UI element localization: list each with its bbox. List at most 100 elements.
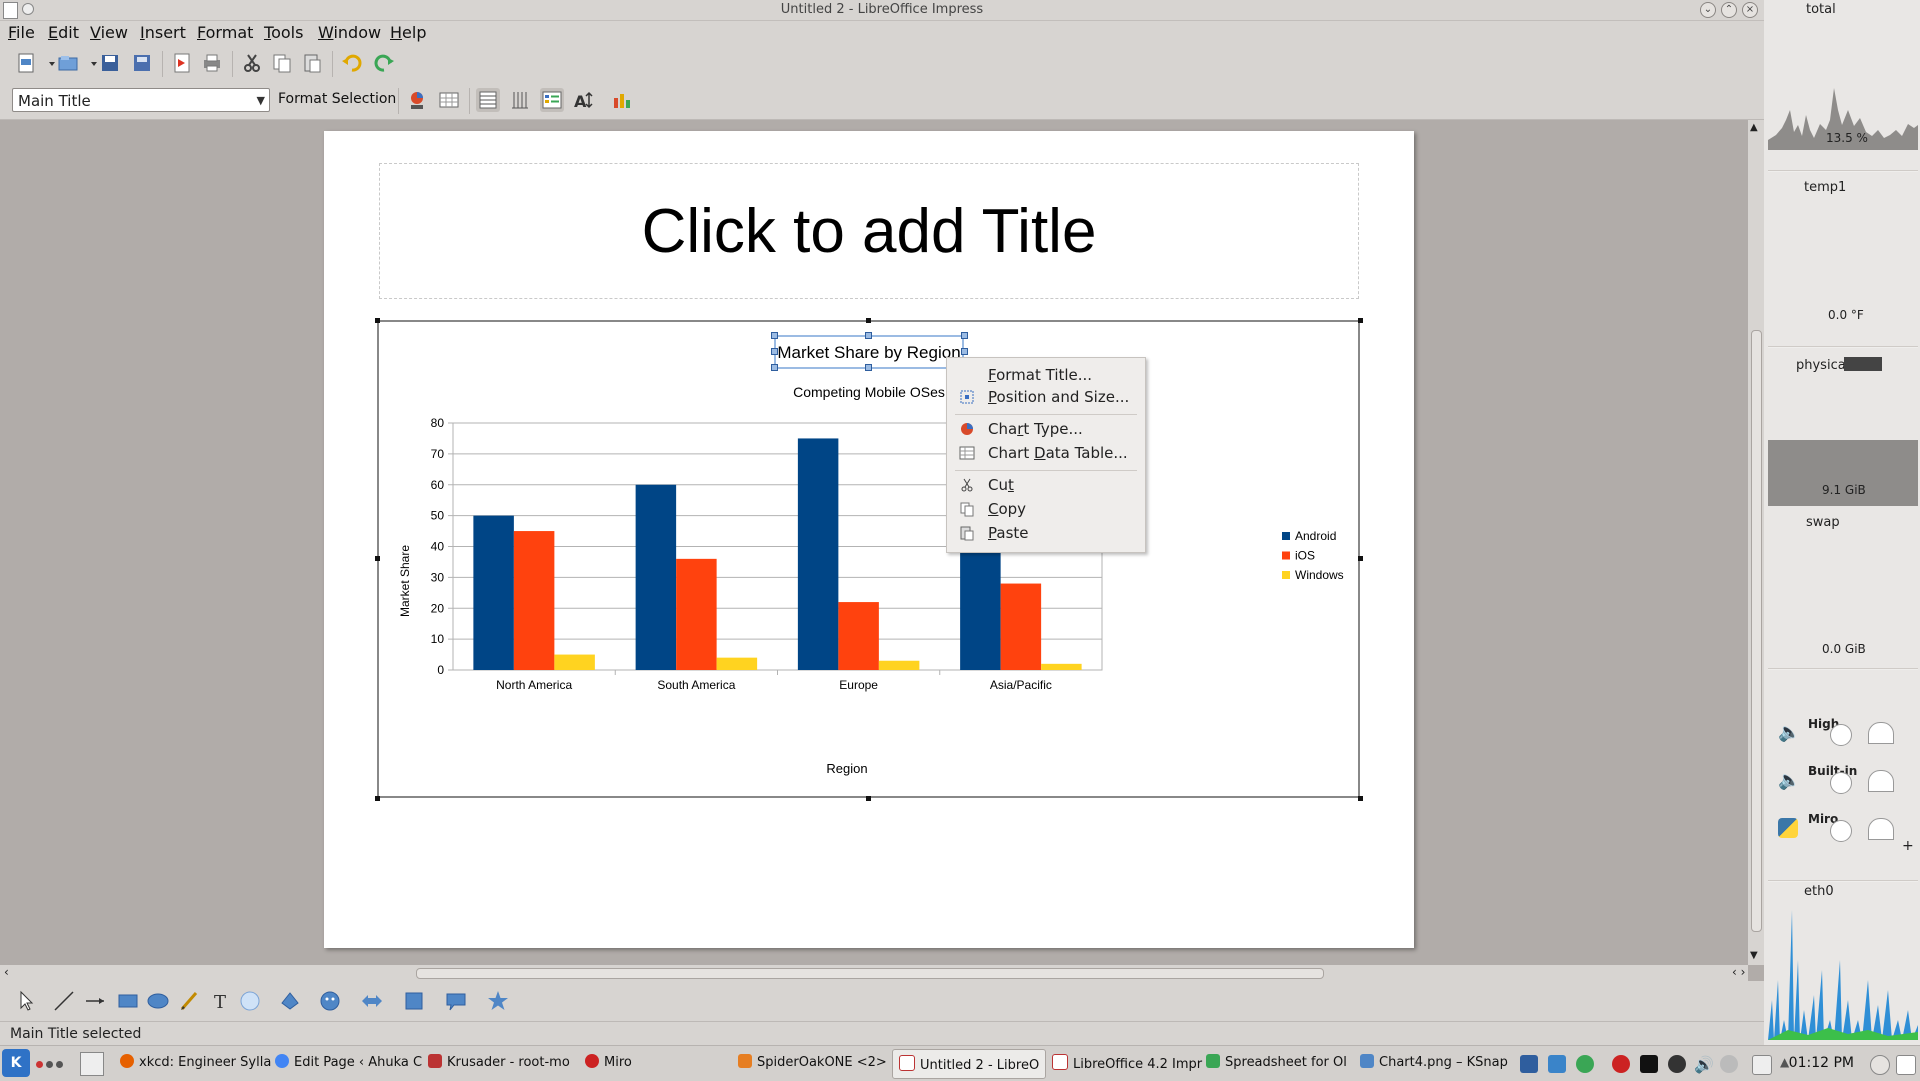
kde-menu-icon[interactable]: K [2,1049,30,1077]
chart-legend[interactable]: Android iOS Windows [1282,529,1344,582]
redo-icon[interactable] [372,51,396,75]
bar-windows[interactable] [554,654,595,670]
display-icon[interactable] [1520,1055,1538,1073]
select-arrow-icon[interactable] [14,989,38,1013]
vertical-scroll-thumb[interactable] [1751,330,1762,932]
menu-tools[interactable]: Tools [264,23,303,42]
text-tool-icon[interactable]: T [208,989,232,1013]
clipboard-icon[interactable] [1548,1055,1566,1073]
undo-icon[interactable] [340,51,364,75]
horizontal-grids-icon[interactable] [476,88,500,112]
symbol-shapes-icon[interactable] [318,989,342,1013]
miro-tray-icon[interactable] [1612,1055,1630,1073]
close-icon[interactable]: × [1742,2,1758,18]
scroll-right-icon[interactable]: ‹ › [1732,965,1745,979]
legend-on-off-icon[interactable] [540,88,564,112]
scroll-left-icon[interactable]: ‹ [4,965,9,979]
menu-item-cut[interactable]: Cut [988,476,1014,494]
menu-item-format-title[interactable]: Format Title... [988,366,1092,384]
bar-ios[interactable] [513,531,555,670]
menu-item-paste[interactable]: Paste [988,524,1029,542]
title-handle[interactable] [771,364,778,371]
vertical-grids-icon[interactable] [508,88,532,112]
desktop-icon[interactable] [1896,1055,1916,1075]
scale-text-icon[interactable]: A [572,88,596,112]
title-handle[interactable] [771,348,778,355]
menu-item-chart-data-table[interactable]: Chart Data Table... [988,444,1128,462]
task-libreoffice-impress[interactable]: LibreOffice 4.2 Impr [1052,1054,1202,1072]
menu-item-chart-type[interactable]: Chart Type... [988,420,1083,438]
format-selection-button[interactable]: Format Selection [278,91,396,107]
chart-type-icon[interactable] [405,88,429,112]
bar-ios[interactable] [676,558,717,670]
volume-knob[interactable] [1830,724,1852,746]
callouts-icon[interactable] [444,989,468,1013]
pager-icon[interactable] [80,1052,104,1076]
maximize-icon[interactable]: ⌃ [1721,2,1737,18]
minimize-icon[interactable]: ⌄ [1700,2,1716,18]
vertical-scrollbar[interactable]: ▲ ▼ [1748,120,1764,965]
bar-android[interactable] [635,484,677,670]
save-icon[interactable] [98,51,122,75]
copy-icon[interactable] [270,51,294,75]
new-document-icon[interactable] [14,51,38,75]
freeform-tool-icon[interactable] [178,989,202,1013]
scroll-up-icon[interactable]: ▲ [1750,122,1758,133]
new-dropdown-icon[interactable] [40,51,55,75]
task-spideroak[interactable]: SpiderOakONE <2> [738,1054,887,1070]
bar-android[interactable] [797,438,839,670]
flowchart-icon[interactable] [402,989,426,1013]
open-icon[interactable] [56,51,80,75]
network-icon[interactable] [1720,1055,1738,1073]
fontwork-icon[interactable] [238,989,262,1013]
bar-android[interactable] [473,515,514,670]
open-dropdown-icon[interactable] [82,51,97,75]
menu-item-position-size[interactable]: Position and Size... [988,388,1129,406]
title-placeholder[interactable]: Click to add Title [379,163,1359,299]
menu-window[interactable]: Window [318,23,381,42]
task-krusader[interactable]: Krusader - root-mo [428,1054,570,1070]
title-handle[interactable] [865,332,872,339]
data-table-icon[interactable] [437,88,461,112]
selection-handle[interactable] [1358,796,1363,801]
dropbox-icon[interactable] [1640,1055,1658,1073]
scroll-down-icon[interactable]: ▼ [1750,950,1758,961]
task-miro[interactable]: Miro [585,1054,632,1070]
block-arrows-icon[interactable] [360,989,384,1013]
chart-element-select[interactable]: Main Title ▼ [12,88,270,112]
menu-help[interactable]: Help [390,23,426,42]
arrow-line-tool-icon[interactable] [84,989,108,1013]
selection-handle[interactable] [1358,318,1363,323]
task-xkcd[interactable]: xkcd: Engineer Sylla [120,1054,271,1070]
menu-view[interactable]: View [90,23,128,42]
stars-icon[interactable] [486,989,510,1013]
chart-title[interactable]: Market Share by Region [777,343,960,362]
basic-shapes-icon[interactable] [278,989,302,1013]
bar-windows[interactable] [1041,663,1082,670]
selection-handle[interactable] [375,796,380,801]
cut-icon[interactable] [240,51,264,75]
menu-file[interactable]: File [8,23,35,42]
print-icon[interactable] [200,51,224,75]
title-handle[interactable] [961,348,968,355]
paste-icon[interactable] [300,51,324,75]
selection-handle[interactable] [866,796,871,801]
bar-ios[interactable] [838,602,879,670]
update-icon[interactable] [1576,1055,1594,1073]
rectangle-tool-icon[interactable] [116,989,140,1013]
menu-insert[interactable]: Insert [140,23,186,42]
save-as-icon[interactable] [130,51,154,75]
selection-handle[interactable] [1358,556,1363,561]
bar-windows[interactable] [716,657,758,670]
task-edit-page[interactable]: Edit Page ‹ Ahuka C [275,1054,422,1070]
volume-knob[interactable] [1830,772,1852,794]
activity-dots-icon[interactable] [36,1061,66,1069]
add-icon[interactable]: + [1902,838,1914,854]
line-tool-icon[interactable] [52,989,76,1013]
monitor-icon[interactable] [1752,1055,1772,1075]
bar-ios[interactable] [1000,583,1042,670]
volume-knob[interactable] [1830,820,1852,842]
x-axis-label[interactable]: Region [826,761,867,776]
export-pdf-icon[interactable] [170,51,194,75]
task-spreadsheet[interactable]: Spreadsheet for Ol [1206,1054,1347,1070]
